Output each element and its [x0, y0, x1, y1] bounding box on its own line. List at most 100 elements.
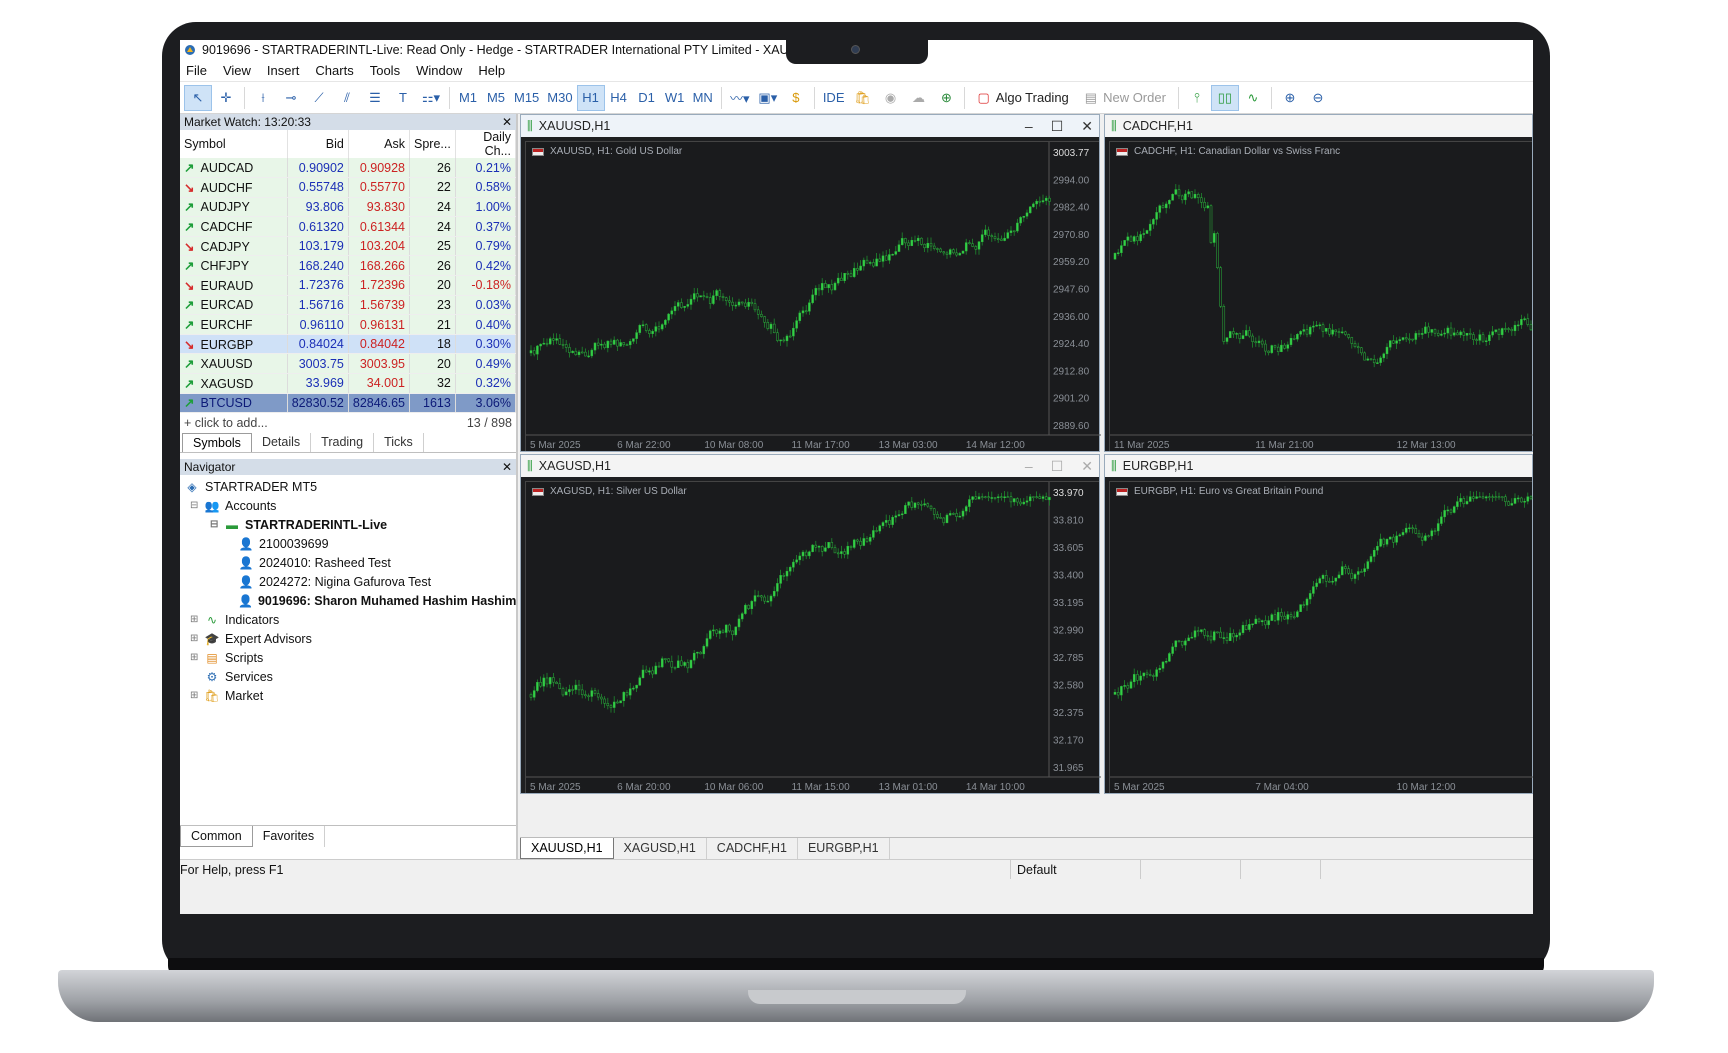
table-row[interactable]: ↘ CADJPY 103.179 103.204 25 0.79%	[180, 236, 517, 257]
close-icon[interactable]: ✕	[502, 115, 512, 129]
column-header[interactable]: Spre...	[409, 130, 456, 158]
timeframe-m15[interactable]: M15	[510, 85, 543, 111]
text-tool-icon[interactable]: T	[389, 85, 417, 111]
chart-tab[interactable]: XAGUSD,H1	[614, 838, 707, 859]
maximize-icon[interactable]: ☐	[1051, 118, 1064, 135]
chart-window-xauusd[interactable]: ⫼ XAUUSD,H1 – ☐ ✕ 3003.77 2994.00 2982.40 2970.8…	[520, 114, 1101, 453]
table-row[interactable]: ↗ EURCAD 1.56716 1.56739 23 0.03%	[180, 295, 517, 316]
maximize-icon[interactable]: ☐	[1051, 458, 1064, 475]
nav-section-market[interactable]: ⊞ 🛍 Market	[184, 686, 516, 705]
chart-window-xagusd[interactable]: ⫼ XAGUSD,H1– ☐ ✕ 33.970 33.810 33.605 33.400 33.…	[520, 454, 1101, 795]
nav-server[interactable]: ⊟ ▬ STARTRADERINTL-Live	[184, 515, 516, 534]
menu-help[interactable]: Help	[478, 63, 521, 78]
vps-cloud-icon[interactable]: ☁	[904, 85, 932, 111]
price-chart[interactable]: 3003.77 2994.00 2982.40 2970.80 2959.20 2947.…	[526, 142, 1101, 453]
add-symbol-row[interactable]: + click to add... 13 / 898	[180, 413, 516, 433]
table-row[interactable]: ↘ EURAUD 1.72376 1.72396 20 -0.18%	[180, 275, 517, 296]
timeframe-m1[interactable]: M1	[454, 85, 482, 111]
menu-charts[interactable]: Charts	[315, 63, 369, 78]
tab-symbols[interactable]: Symbols	[182, 433, 252, 453]
vertical-line-icon[interactable]: ⟊	[249, 85, 277, 111]
table-row[interactable]: ↗ XAGUSD 33.969 34.001 32 0.32%	[180, 373, 517, 394]
cursor-tool-icon[interactable]: ↖	[184, 84, 212, 111]
menu-tools[interactable]: Tools	[370, 63, 416, 78]
crosshair-tool-icon[interactable]: ✛	[212, 85, 240, 111]
dollar-icon[interactable]: $	[782, 85, 810, 111]
indicators-icon[interactable]: 〰▾	[726, 85, 754, 111]
nav-account[interactable]: 👤 2024272: Nigina Gafurova Test	[184, 572, 516, 591]
chart-title-bar[interactable]: ⫼ EURGBP,H1	[1105, 455, 1532, 477]
timeframe-m5[interactable]: M5	[482, 85, 510, 111]
chart-title-bar[interactable]: ⫼ CADCHF,H1	[1105, 115, 1532, 137]
table-row[interactable]: ↗ AUDCAD 0.90902 0.90928 26 0.21%	[180, 158, 517, 179]
close-icon[interactable]: ✕	[502, 460, 512, 474]
horizontal-line-icon[interactable]: ⊸	[277, 85, 305, 111]
trendline-icon[interactable]: ⟋	[305, 85, 333, 111]
nav-section-expert-advisors[interactable]: ⊞ 🎓 Expert Advisors	[184, 629, 516, 648]
close-icon[interactable]: ✕	[1081, 118, 1093, 135]
chart-window-cadchf[interactable]: ⫼ CADCHF,H1 11 Mar 2025 11 Mar 21:00 12 Mar …	[1104, 114, 1533, 452]
table-row[interactable]: ↗ CHFJPY 168.240 168.266 26 0.42%	[180, 255, 517, 277]
price-chart[interactable]: 33.970 33.810 33.605 33.400 33.195 32.990 32.7…	[526, 482, 1101, 795]
fibonacci-icon[interactable]: ☰	[361, 85, 389, 111]
market-bag-icon[interactable]: 🛍	[848, 85, 876, 111]
bar-chart-icon[interactable]: ⫯	[1183, 85, 1211, 111]
table-row[interactable]: ↗ AUDJPY 93.806 93.830 24 1.00%	[180, 197, 517, 218]
table-row[interactable]: ↘ EURGBP 0.84024 0.84042 18 0.30%	[180, 334, 517, 355]
collapse-icon[interactable]: ⊟	[190, 500, 200, 511]
table-row[interactable]: ↘ AUDCHF 0.55748 0.55770 22 0.58%	[180, 177, 517, 198]
nav-account[interactable]: 👤 2024010: Rasheed Test	[184, 553, 516, 572]
column-header[interactable]: Bid	[287, 130, 349, 158]
price-chart[interactable]: 11 Mar 2025 11 Mar 21:00 12 Mar 13:00	[1110, 142, 1533, 453]
timeframe-d1[interactable]: D1	[633, 85, 661, 111]
expand-icon[interactable]: ⊞	[190, 652, 200, 663]
nav-account[interactable]: 👤 9019696: Sharon Muhamed Hashim Hashim	[184, 591, 516, 610]
chart-canvas[interactable]: 5 Mar 2025 7 Mar 04:00 10 Mar 12:00 EURGBP,…	[1109, 481, 1533, 793]
chart-canvas[interactable]: 11 Mar 2025 11 Mar 21:00 12 Mar 13:00 CADCH…	[1109, 141, 1533, 453]
nav-accounts[interactable]: ⊟ 👥 Accounts	[184, 496, 516, 515]
timeframe-m30[interactable]: M30	[543, 85, 576, 111]
chart-title-bar[interactable]: ⫼ XAGUSD,H1 – ☐ ✕	[521, 455, 1099, 477]
table-row[interactable]: ↗ XAUUSD 3003.75 3003.95 20 0.49%	[180, 353, 517, 375]
table-row[interactable]: ↗ EURCHF 0.96110 0.96131 21 0.40%	[180, 314, 517, 335]
nav-section-indicators[interactable]: ⊞ ∿ Indicators	[184, 610, 516, 629]
zoom-in-icon[interactable]: ⊕	[1276, 85, 1304, 111]
chart-tab[interactable]: XAUUSD,H1	[520, 838, 614, 859]
timeframe-h4[interactable]: H4	[605, 85, 633, 111]
column-header[interactable]: Symbol	[180, 130, 288, 158]
channel-icon[interactable]: ⫽	[333, 85, 361, 111]
column-header[interactable]: Ask	[348, 130, 411, 158]
tab-trading[interactable]: Trading	[311, 433, 375, 453]
nav-section-scripts[interactable]: ⊞ ▤ Scripts	[184, 648, 516, 667]
timeframe-mn[interactable]: MN	[689, 85, 717, 111]
zoom-out-icon[interactable]: ⊖	[1304, 85, 1332, 111]
candlestick-chart-icon[interactable]: ▯▯	[1210, 84, 1239, 111]
expand-icon[interactable]: ⊞	[190, 614, 200, 625]
timeframe-h1[interactable]: H1	[576, 84, 605, 111]
new-order-button[interactable]: ▤ New Order	[1077, 90, 1174, 106]
ide-button[interactable]: IDE	[819, 85, 849, 111]
timeframe-w1[interactable]: W1	[661, 85, 689, 111]
nav-account[interactable]: 👤 2100039699	[184, 534, 516, 553]
algo-trading-button[interactable]: ▢ Algo Trading	[969, 90, 1076, 106]
table-row[interactable]: ↗ BTCUSD 82830.52 82846.65 1613 3.06%	[180, 393, 517, 414]
minimize-icon[interactable]: –	[1025, 458, 1033, 475]
expand-icon[interactable]: ⊞	[190, 633, 200, 644]
tab-common[interactable]: Common	[180, 826, 253, 847]
templates-icon[interactable]: ▣▾	[754, 85, 782, 111]
minimize-icon[interactable]: –	[1025, 118, 1033, 135]
tab-ticks[interactable]: Ticks	[374, 433, 424, 453]
chart-canvas[interactable]: 3003.77 2994.00 2982.40 2970.80 2959.20 2947.…	[525, 141, 1101, 453]
collapse-icon[interactable]: ⊟	[210, 519, 220, 530]
line-chart-icon[interactable]: ∿	[1239, 85, 1267, 111]
menu-window[interactable]: Window	[416, 63, 478, 78]
tab-details[interactable]: Details	[252, 433, 312, 453]
expand-icon[interactable]: ⊞	[190, 690, 200, 701]
menu-insert[interactable]: Insert	[267, 63, 316, 78]
chart-title-bar[interactable]: ⫼ XAUUSD,H1 – ☐ ✕	[521, 115, 1099, 137]
shapes-icon[interactable]: ⚏▾	[417, 85, 445, 111]
table-row[interactable]: ↗ CADCHF 0.61320 0.61344 24 0.37%	[180, 216, 517, 237]
signals-icon[interactable]: ◉	[876, 85, 904, 111]
tab-favorites[interactable]: Favorites	[253, 826, 326, 847]
nav-section-services[interactable]: ⚙ Services	[184, 667, 516, 686]
